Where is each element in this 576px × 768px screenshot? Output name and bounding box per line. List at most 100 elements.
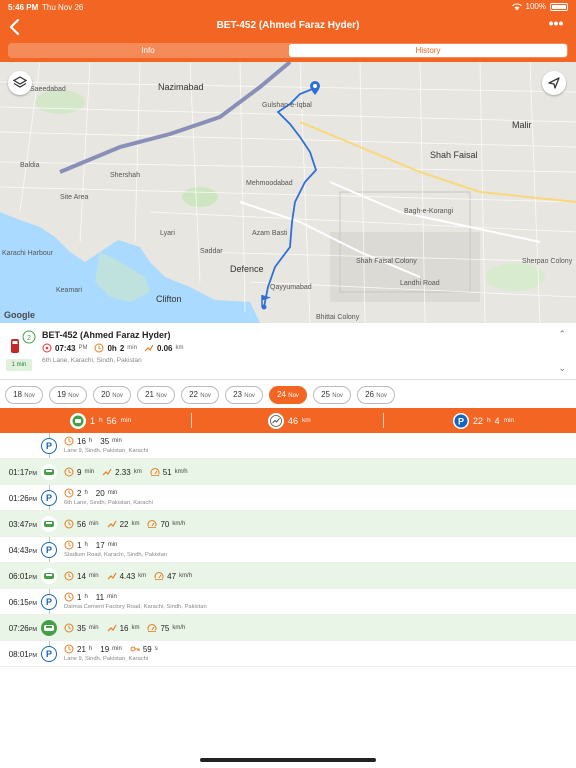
summary-distance: 46 km xyxy=(268,412,311,429)
map-label: Qayyumabad xyxy=(270,284,312,291)
divider xyxy=(383,413,384,428)
more-button[interactable]: ••• xyxy=(546,16,566,36)
chevron-up-icon[interactable]: ⌃ xyxy=(558,329,566,340)
map-label: Keamari xyxy=(56,287,83,294)
map-label: Defence xyxy=(230,264,264,274)
row-time-ampm: PM xyxy=(28,471,37,477)
park-hours: 2 xyxy=(77,488,82,498)
map-label: Shah Faisal Colony xyxy=(356,258,417,265)
vehicle-duration-minutes: 2 xyxy=(119,343,125,353)
distance-trend-icon xyxy=(107,572,117,580)
status-bar: 5:46 PM Thu Nov 26 100% xyxy=(0,0,576,14)
map-view[interactable]: Nazimabad Saeedabad Gulshan-e-Iqbal Mali… xyxy=(0,62,576,323)
map-layers-button[interactable] xyxy=(8,71,32,95)
row-time-value: 01:26 xyxy=(8,494,29,503)
park-minutes-unit: min xyxy=(112,646,122,652)
row-drive-stats: 14 min 4.43 km 47 km/h xyxy=(64,571,197,581)
timer-icon xyxy=(64,571,74,581)
vehicle-address: 6th Lane, Karachi, Sindh, Pakistan xyxy=(42,357,142,364)
date-chip-24-selected[interactable]: 24 Nov xyxy=(269,385,307,404)
date-chip-26[interactable]: 26 Nov xyxy=(357,385,395,404)
speedometer-icon xyxy=(154,572,164,580)
date-chip-18[interactable]: 18 Nov xyxy=(5,385,43,404)
timeline-row-parked[interactable]: 04:43PM P 1h 17 min Stadium Road, Karachi… xyxy=(0,537,576,563)
date-chip-23[interactable]: 23 Nov xyxy=(225,385,263,404)
park-hours: 21 xyxy=(77,644,86,654)
date-chip-25[interactable]: 25 Nov xyxy=(313,385,351,404)
drive-duration-unit: min xyxy=(88,573,99,579)
drive-distance-unit: km xyxy=(138,573,147,579)
tab-info[interactable]: Info xyxy=(9,44,287,57)
drive-duration: 9 xyxy=(77,467,82,477)
date-day: 26 xyxy=(365,389,374,399)
map-label: Shah Faisal xyxy=(430,150,478,160)
timer-icon xyxy=(64,488,74,498)
map-label: Gulshan-e-Iqbal xyxy=(262,102,312,109)
date-day: 22 xyxy=(189,389,198,399)
map-label: Shershah xyxy=(110,172,140,179)
timeline-row-drive[interactable]: 07:26PM 35 min 16 km 75 km/h xyxy=(0,615,576,641)
battery-percent: 100% xyxy=(525,2,546,11)
speedometer-icon xyxy=(148,624,157,632)
date-chip-22[interactable]: 22 Nov xyxy=(181,385,219,404)
map-label: Bhittai Colony xyxy=(316,314,360,321)
car-icon xyxy=(41,620,57,636)
tab-history[interactable]: History xyxy=(289,44,567,57)
layers-icon xyxy=(12,76,28,88)
idle-duration-badge: 1 min xyxy=(6,359,32,371)
timeline-row-parked[interactable]: 06:15PM P 1h 11 min Dalmia Cement Factory… xyxy=(0,589,576,615)
timeline-row-parked[interactable]: 01:26PM P 2h 20 min 6th Lane, Sindh, Paki… xyxy=(0,485,576,511)
map-label: Baldia xyxy=(20,162,40,169)
row-address: Lane 9, Sindh, Pakistan, Karachi xyxy=(64,448,149,454)
park-minutes: 17 xyxy=(95,540,105,550)
timer-icon xyxy=(64,592,74,602)
wifi-icon xyxy=(511,3,522,10)
timeline-row-drive[interactable]: 01:17PM 9 min 2.33 km 51 km/h xyxy=(0,459,576,485)
car-icon xyxy=(41,516,57,532)
row-time-ampm: PM xyxy=(28,575,37,581)
date-month: Nov xyxy=(156,392,167,399)
vehicle-status-icon: 2 xyxy=(11,330,36,353)
timer-icon xyxy=(64,623,74,633)
vehicle-card[interactable]: 2 1 min BET-452 (Ahmed Faraz Hyder) 07:4… xyxy=(0,323,576,380)
map-label: Saeedabad xyxy=(30,86,66,93)
location-pin-icon[interactable] xyxy=(309,80,321,96)
divider xyxy=(191,413,192,428)
timeline-row-parked[interactable]: 08:01PM P 21 h 19 min 59 s Lane 9, Sindh, P… xyxy=(0,641,576,667)
distance-trend-icon xyxy=(268,412,284,429)
status-time: 5:46 PM xyxy=(8,3,39,12)
car-icon xyxy=(41,568,57,584)
date-chip-21[interactable]: 21 Nov xyxy=(137,385,175,404)
summary-park-minutes-unit: min xyxy=(503,417,515,424)
park-hours-unit: h xyxy=(84,594,88,600)
park-hours-unit: h xyxy=(88,646,93,652)
date-day: 18 xyxy=(13,389,22,399)
park-minutes-unit: min xyxy=(107,542,118,548)
row-time-ampm: PM xyxy=(28,627,37,633)
vehicle-stats: 07:43 PM 0h 2 min 0.06 km xyxy=(42,343,188,353)
timer-icon xyxy=(94,343,104,353)
vehicle-distance: 0.06 xyxy=(156,343,173,353)
my-location-button[interactable] xyxy=(542,71,566,95)
timeline-row-parked[interactable]: P 16 h 35 min Lane 9, Sindh, Pakistan, Kar… xyxy=(0,433,576,459)
tab-bar: Info History xyxy=(8,43,568,58)
date-month: Nov xyxy=(112,392,123,399)
home-indicator[interactable] xyxy=(200,758,376,762)
park-seconds-unit: s xyxy=(154,646,158,652)
drive-speed-unit: km/h xyxy=(172,625,186,631)
date-day: 19 xyxy=(57,389,66,399)
flag-icon[interactable] xyxy=(260,294,274,308)
date-month: Nov xyxy=(200,392,211,399)
timeline-row-drive[interactable]: 03:47PM 56 min 22 km 70 km/h xyxy=(0,511,576,537)
drive-distance: 4.43 xyxy=(119,571,136,581)
parking-icon: P xyxy=(41,594,57,610)
chevron-down-icon[interactable]: ⌄ xyxy=(558,363,566,374)
timeline-row-drive[interactable]: 06:01PM 14 min 4.43 km 47 km/h xyxy=(0,563,576,589)
date-chip-20[interactable]: 20 Nov xyxy=(93,385,131,404)
row-time: 08:01PM xyxy=(0,650,37,659)
distance-trend-icon xyxy=(144,344,154,352)
drive-duration: 56 xyxy=(77,519,86,529)
svg-text:P: P xyxy=(458,416,464,426)
date-chip-19[interactable]: 19 Nov xyxy=(49,385,87,404)
google-attribution: Google xyxy=(4,310,35,320)
